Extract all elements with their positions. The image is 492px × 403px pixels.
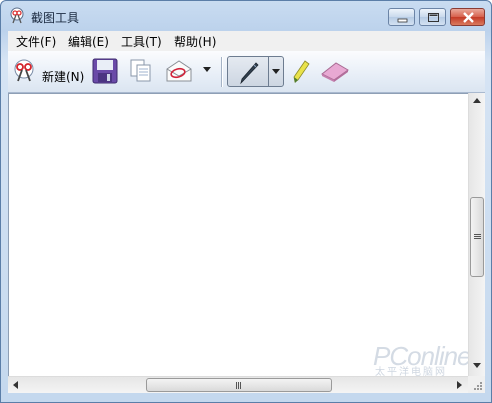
copy-icon[interactable] (128, 58, 154, 84)
horizontal-scrollbar[interactable] (8, 376, 468, 393)
vertical-scroll-thumb[interactable] (470, 197, 484, 277)
menu-help[interactable]: 帮助(H) (172, 33, 218, 50)
scroll-down-arrow-icon[interactable] (473, 363, 481, 369)
minimize-button[interactable] (388, 8, 415, 26)
pen-dropdown-arrow-icon[interactable] (272, 69, 280, 75)
scissors-icon (14, 59, 34, 82)
horizontal-scroll-thumb[interactable] (146, 378, 332, 392)
highlighter-icon[interactable] (289, 57, 313, 85)
vertical-scrollbar[interactable] (468, 93, 485, 376)
thumb-grip-icon (474, 234, 481, 239)
send-dropdown-arrow-icon[interactable] (203, 67, 211, 73)
new-snip-button[interactable]: 新建(N) (10, 55, 86, 87)
new-snip-label: 新建(N) (42, 70, 85, 84)
title-bar[interactable]: 截图工具 (1, 1, 491, 31)
maximize-icon (428, 13, 439, 22)
maximize-button[interactable] (419, 8, 446, 26)
minimize-icon (397, 18, 408, 23)
eraser-icon[interactable] (319, 59, 351, 83)
pen-button[interactable] (227, 56, 284, 87)
pen-split-divider (268, 57, 269, 86)
scrollbar-corner (468, 376, 485, 393)
menu-edit[interactable]: 编辑(E) (66, 33, 111, 50)
menu-tools[interactable]: 工具(T) (119, 33, 164, 50)
scroll-left-arrow-icon[interactable] (13, 381, 19, 389)
menu-bar: 文件(F) 编辑(E) 工具(T) 帮助(H) (8, 31, 485, 51)
snip-canvas[interactable] (8, 93, 469, 376)
save-icon[interactable] (92, 58, 118, 84)
toolbar: 新建(N) (8, 51, 485, 93)
scroll-up-arrow-icon[interactable] (473, 98, 481, 104)
send-icon[interactable] (164, 57, 194, 85)
menu-file[interactable]: 文件(F) (14, 33, 58, 50)
toolbar-separator (221, 57, 222, 87)
close-icon (463, 12, 474, 23)
scroll-right-arrow-icon[interactable] (457, 381, 463, 389)
pen-icon (240, 62, 259, 85)
snipping-tool-window: 截图工具 文件(F) 编辑(E) 工具(T) 帮助(H) 新建(N) PConl… (0, 0, 492, 403)
snipping-tool-app-icon (10, 7, 24, 24)
window-title: 截图工具 (31, 11, 80, 25)
resize-grip-icon[interactable] (473, 381, 483, 391)
close-button[interactable] (450, 8, 485, 26)
thumb-grip-icon (236, 382, 241, 389)
